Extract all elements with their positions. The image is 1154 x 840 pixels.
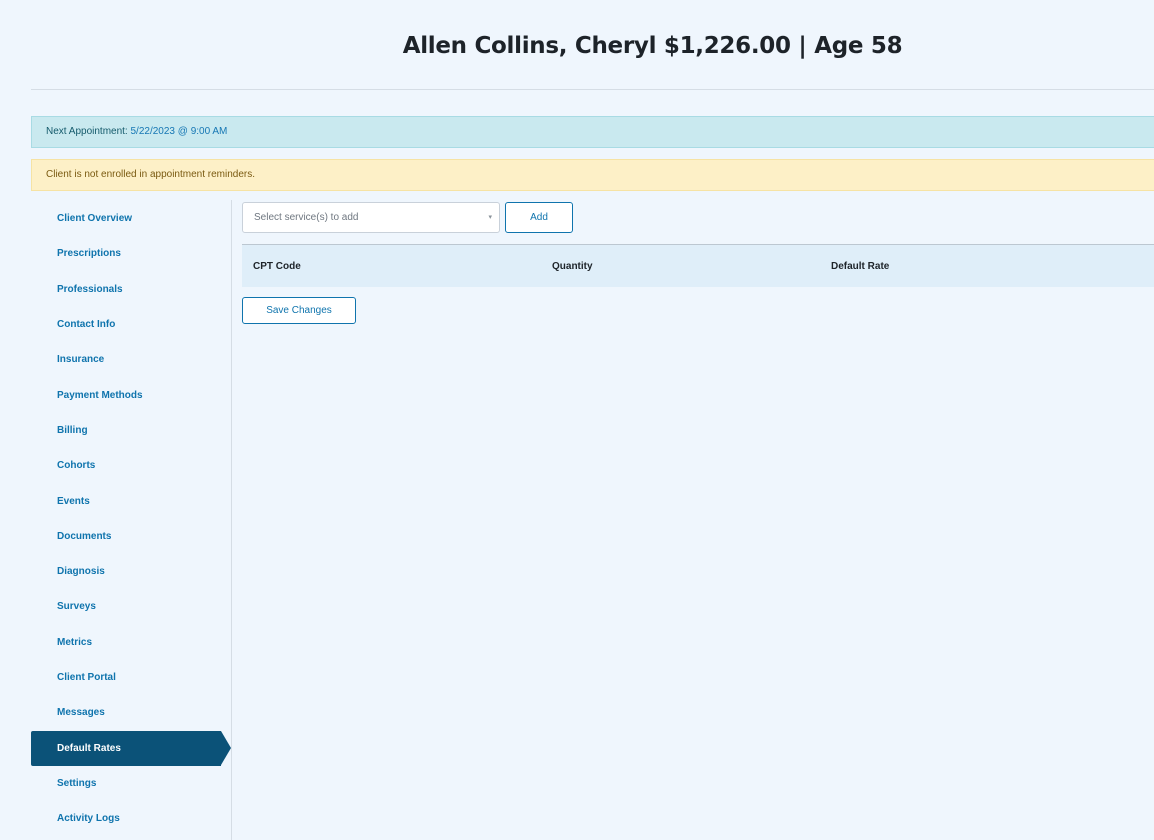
sidebar-item-professionals[interactable]: Professionals	[31, 272, 221, 307]
next-appointment-label: Next Appointment:	[46, 126, 131, 137]
sidebar-item-billing[interactable]: Billing	[31, 413, 221, 448]
reminder-warning-alert: Client is not enrolled in appointment re…	[31, 159, 1154, 191]
sidebar-item-default-rates[interactable]: Default Rates	[31, 731, 231, 766]
sidebar-item-insurance[interactable]: Insurance	[31, 342, 221, 377]
caret-down-icon: ▾	[488, 214, 492, 221]
sidebar-item-documents[interactable]: Documents	[31, 519, 221, 554]
column-header-quantity: Quantity	[552, 261, 593, 272]
next-appointment-alert: Next Appointment: 5/22/2023 @ 9:00 AM	[31, 116, 1154, 148]
sidebar-item-metrics[interactable]: Metrics	[31, 625, 221, 660]
sidebar-item-prescriptions[interactable]: Prescriptions	[31, 236, 221, 271]
sidebar-item-payment-methods[interactable]: Payment Methods	[31, 378, 221, 413]
sidebar-item-client-overview[interactable]: Client Overview	[31, 201, 221, 236]
sidebar-item-events[interactable]: Events	[31, 484, 221, 519]
column-header-default-rate: Default Rate	[831, 261, 890, 272]
sidebar-item-activity-logs[interactable]: Activity Logs	[31, 801, 221, 836]
rates-table-header: CPT Code Quantity Default Rate	[242, 244, 1154, 287]
service-select-dropdown[interactable]: Select service(s) to add ▾	[242, 202, 500, 233]
sidebar-item-surveys[interactable]: Surveys	[31, 589, 221, 624]
service-select-placeholder: Select service(s) to add	[254, 212, 359, 223]
sidebar-item-messages[interactable]: Messages	[31, 695, 221, 730]
page: Allen Collins, Cheryl $1,226.00 | Age 58…	[0, 0, 1154, 840]
sidebar-item-contact-info[interactable]: Contact Info	[31, 307, 221, 342]
reminder-warning-text: Client is not enrolled in appointment re…	[46, 169, 255, 180]
sidebar-item-diagnosis[interactable]: Diagnosis	[31, 554, 221, 589]
client-header: Allen Collins, Cheryl $1,226.00 | Age 58	[31, 0, 1154, 90]
sidebar-item-settings[interactable]: Settings	[31, 766, 221, 801]
client-sidebar: Client Overview Prescriptions Profession…	[31, 200, 232, 840]
column-header-cpt-code: CPT Code	[253, 261, 301, 272]
page-title: Allen Collins, Cheryl $1,226.00 | Age 58	[402, 33, 903, 59]
add-service-button[interactable]: Add	[505, 202, 573, 233]
sidebar-item-client-portal[interactable]: Client Portal	[31, 660, 221, 695]
next-appointment-link[interactable]: 5/22/2023 @ 9:00 AM	[131, 126, 228, 137]
save-changes-button[interactable]: Save Changes	[242, 297, 356, 324]
sidebar-item-cohorts[interactable]: Cohorts	[31, 448, 221, 483]
